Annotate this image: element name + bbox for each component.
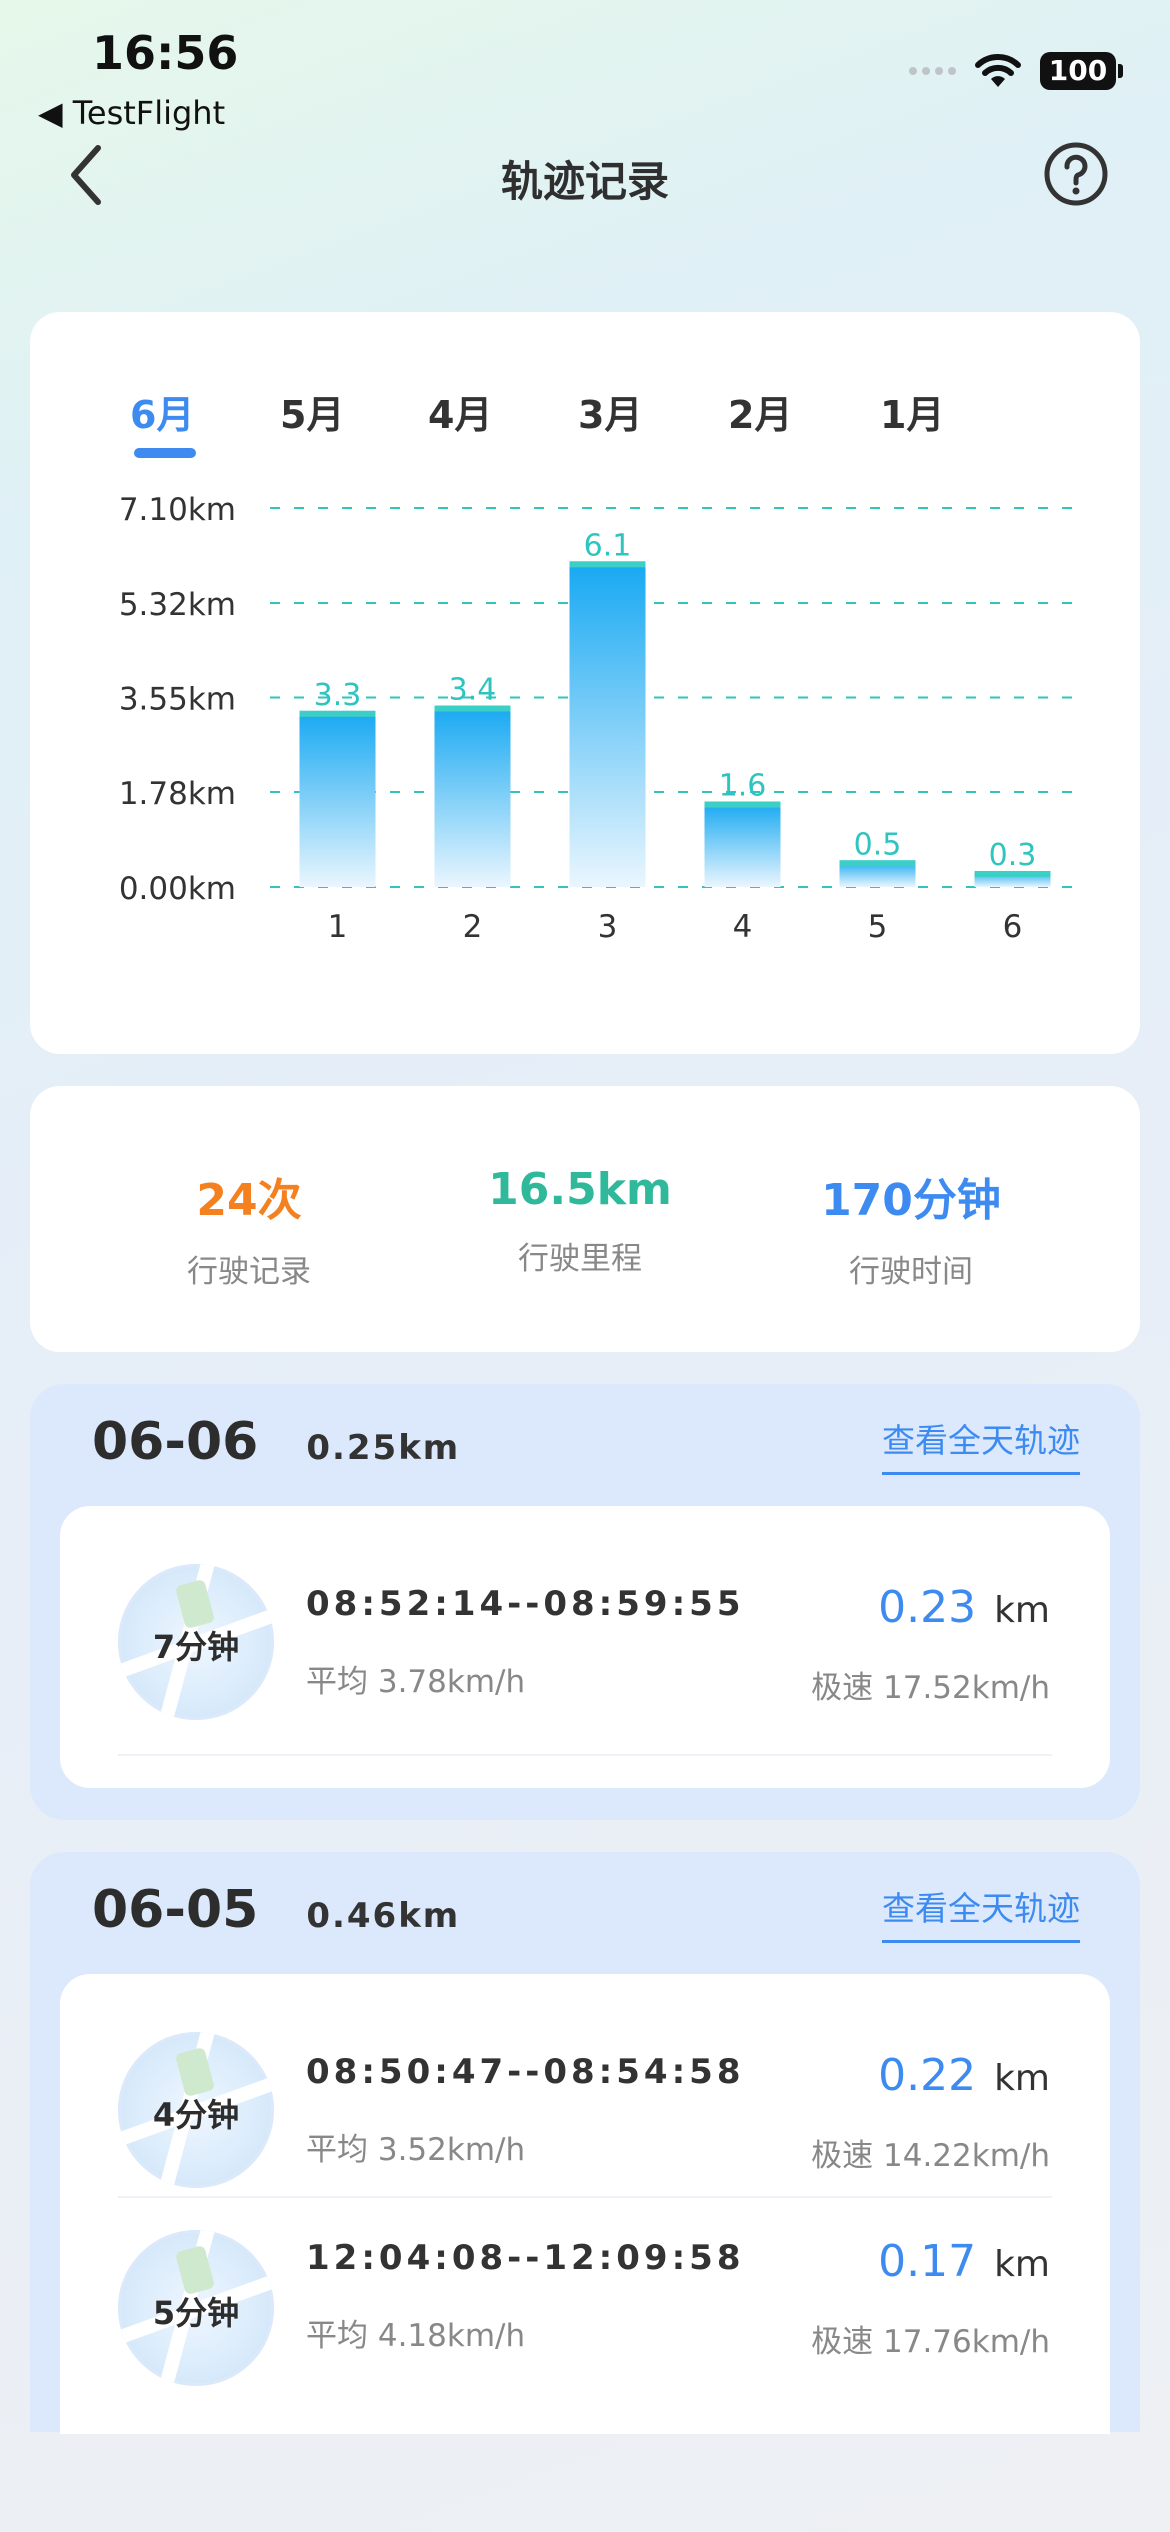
battery-icon: 100: [1040, 52, 1123, 90]
bar[interactable]: [704, 801, 781, 887]
trip-distance: 0.17 km: [878, 2236, 1050, 2287]
trip-distance-unit: km: [994, 2058, 1050, 2099]
bar[interactable]: [299, 710, 376, 887]
status-time: 16:56: [92, 26, 239, 80]
trip-item[interactable]: 5分钟 12:04:08--12:09:58 平均 4.18km/h 0.17 k…: [60, 2196, 1110, 2418]
trip-time-range: 12:04:08--12:09:58: [306, 2238, 745, 2278]
trip-distance-unit: km: [994, 1590, 1050, 1631]
trip-max-speed: 极速 17.76km/h: [811, 2324, 1050, 2360]
trip-map-thumbnail: 5分钟: [118, 2230, 274, 2386]
back-to-testflight[interactable]: ◀ TestFlight: [38, 94, 225, 132]
day-date: 06-05: [92, 1880, 259, 1940]
y-tick-label: 7.10km: [119, 492, 236, 528]
signal-icon: [909, 67, 956, 75]
trip-average-speed: 平均 3.78km/h: [306, 1664, 526, 1700]
month-tabs: 6月 5月 4月 3月 2月 1月: [30, 384, 1140, 464]
stat-value: 170分钟: [821, 1175, 1001, 1226]
y-tick-label: 1.78km: [119, 776, 236, 812]
bar-value-label: 0.3: [989, 838, 1037, 873]
bar-value-label: 0.5: [854, 827, 902, 862]
y-tick-label: 0.00km: [119, 871, 236, 907]
x-tick-label: 1: [328, 909, 348, 945]
stat-mileage: 16.5km 行驶里程: [415, 1164, 745, 1278]
y-tick-label: 3.55km: [119, 682, 236, 718]
status-indicators: 100: [909, 52, 1123, 90]
trip-distance-value: 0.23: [878, 1582, 977, 1633]
y-tick-label: 5.32km: [119, 587, 236, 623]
stat-value: 16.5km: [488, 1164, 672, 1215]
bar[interactable]: [569, 561, 646, 887]
trip-time-range: 08:50:47--08:54:58: [306, 2052, 745, 2092]
bar-value-label: 3.3: [314, 678, 362, 713]
day-group: 06-06 0.25km 查看全天轨迹 7分钟 08:52:14--08:59:…: [30, 1384, 1140, 1820]
trip-duration: 7分钟: [152, 1628, 240, 1666]
stat-duration: 170分钟 行驶时间: [746, 1164, 1076, 1291]
tab-month-2[interactable]: 2月: [728, 384, 792, 439]
tab-month-1[interactable]: 1月: [880, 384, 944, 439]
wifi-icon: [975, 54, 1021, 87]
stat-label: 行驶里程: [518, 1241, 642, 1277]
trip-list: 7分钟 08:52:14--08:59:55 平均 3.78km/h 0.23 k…: [60, 1506, 1110, 1788]
trip-max-speed: 极速 17.52km/h: [811, 1670, 1050, 1706]
trip-distance: 0.23 km: [878, 1582, 1050, 1633]
trip-distance-unit: km: [994, 2244, 1050, 2285]
trip-item[interactable]: 4分钟 08:50:47--08:54:58 平均 3.52km/h 0.22 k…: [60, 1974, 1110, 2196]
view-day-track-link[interactable]: 查看全天轨迹: [882, 1414, 1080, 1475]
x-tick-label: 3: [598, 909, 618, 945]
x-tick-label: 4: [733, 909, 753, 945]
stat-trip-count: 24次 行驶记录: [84, 1164, 414, 1291]
x-tick-label: 5: [868, 909, 888, 945]
bar-value-label: 1.6: [719, 769, 767, 804]
trip-item[interactable]: 7分钟 08:52:14--08:59:55 平均 3.78km/h 0.23 k…: [60, 1506, 1110, 1788]
trip-map-thumbnail: 7分钟: [118, 1564, 274, 1720]
trip-average-speed: 平均 4.18km/h: [306, 2318, 526, 2354]
view-day-track-link[interactable]: 查看全天轨迹: [882, 1882, 1080, 1943]
bar-value-label: 3.4: [449, 673, 497, 708]
trip-map-thumbnail: 4分钟: [118, 2032, 274, 2188]
active-tab-indicator: [134, 448, 196, 458]
question-circle-icon[interactable]: [1042, 140, 1110, 208]
day-group: 06-05 0.46km 查看全天轨迹 4分钟 08:50:47--08:54:…: [30, 1852, 1140, 2434]
day-distance: 0.25km: [306, 1428, 461, 1468]
distance-bar-chart: 0.00km 1.78km 3.55km 5.32km 7.10km 3.3 1 3.4 2 6.…: [119, 492, 1080, 945]
monthly-chart-card: 6月 5月 4月 3月 2月 1月 0.00km 1.78km 3.55km 5.32…: [30, 312, 1140, 1054]
day-header: 06-05 0.46km: [92, 1880, 460, 1940]
tab-month-4[interactable]: 4月: [428, 384, 492, 439]
trip-distance: 0.22 km: [878, 2050, 1050, 2101]
day-header: 06-06 0.25km: [92, 1412, 460, 1472]
x-tick-label: 2: [463, 909, 483, 945]
trip-max-speed: 极速 14.22km/h: [811, 2138, 1050, 2174]
trip-duration: 5分钟: [152, 2294, 240, 2332]
page-title: 轨迹记录: [500, 157, 669, 206]
summary-stats-card: 24次 行驶记录 16.5km 行驶里程 170分钟 行驶时间: [30, 1086, 1140, 1352]
bar-value-label: 6.1: [584, 528, 632, 563]
tab-month-5[interactable]: 5月: [280, 384, 344, 439]
divider: [118, 1754, 1052, 1756]
trip-duration: 4分钟: [152, 2096, 240, 2134]
day-distance: 0.46km: [306, 1896, 461, 1936]
trip-average-speed: 平均 3.52km/h: [306, 2132, 526, 2168]
stat-value: 24次: [196, 1175, 302, 1226]
day-date: 06-06: [92, 1412, 259, 1472]
trip-time-range: 08:52:14--08:59:55: [306, 1584, 745, 1624]
stat-label: 行驶记录: [187, 1254, 311, 1290]
tab-month-3[interactable]: 3月: [578, 384, 642, 439]
x-tick-label: 6: [1003, 909, 1023, 945]
stat-label: 行驶时间: [849, 1254, 973, 1290]
tab-month-6[interactable]: 6月: [130, 384, 194, 439]
trip-list: 4分钟 08:50:47--08:54:58 平均 3.52km/h 0.22 k…: [60, 1974, 1110, 2434]
trip-distance-value: 0.22: [878, 2050, 977, 2101]
bar[interactable]: [434, 705, 511, 887]
trip-distance-value: 0.17: [878, 2236, 977, 2287]
